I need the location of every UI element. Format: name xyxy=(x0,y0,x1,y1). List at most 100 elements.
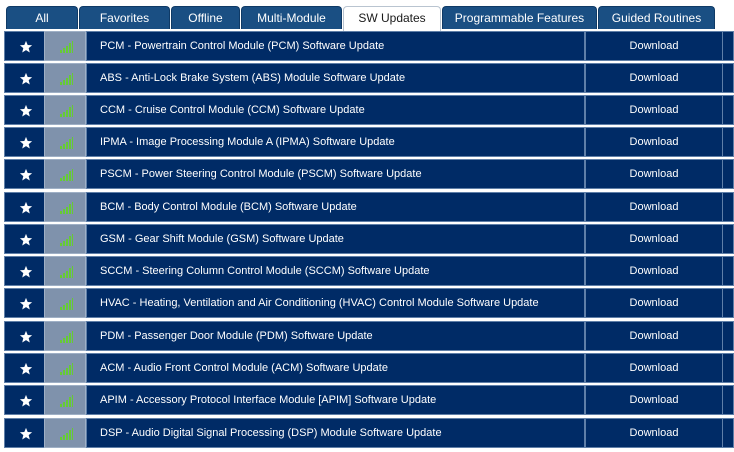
star-icon xyxy=(19,362,33,375)
signal-strength-icon xyxy=(60,298,73,310)
list-item: APIM - Accessory Protocol Interface Modu… xyxy=(4,385,734,415)
signal-strength-icon xyxy=(60,395,73,407)
list-item: PDM - Passenger Door Module (PDM) Softwa… xyxy=(4,321,734,351)
module-name: ABS - Anti-Lock Brake System (ABS) Modul… xyxy=(86,63,585,93)
download-button[interactable]: Download xyxy=(585,159,723,189)
module-name: DSP - Audio Digital Signal Processing (D… xyxy=(86,418,585,448)
star-icon xyxy=(19,297,33,310)
module-name: GSM - Gear Shift Module (GSM) Software U… xyxy=(86,224,585,254)
signal-strength-icon xyxy=(60,202,73,214)
module-name: ACM - Audio Front Control Module (ACM) S… xyxy=(86,353,585,383)
signal-cell xyxy=(44,288,86,318)
download-button[interactable]: Download xyxy=(585,224,723,254)
favorite-toggle[interactable] xyxy=(4,159,45,189)
star-icon xyxy=(19,136,33,149)
module-name: CCM - Cruise Control Module (CCM) Softwa… xyxy=(86,95,585,125)
module-name: APIM - Accessory Protocol Interface Modu… xyxy=(86,385,585,415)
row-end xyxy=(723,418,734,448)
signal-strength-icon xyxy=(60,169,73,181)
list-item: ACM - Audio Front Control Module (ACM) S… xyxy=(4,353,734,383)
list-item: HVAC - Heating, Ventilation and Air Cond… xyxy=(4,288,734,318)
favorite-toggle[interactable] xyxy=(4,127,45,157)
signal-strength-icon xyxy=(60,105,73,117)
signal-strength-icon xyxy=(60,331,73,343)
favorite-toggle[interactable] xyxy=(4,192,45,222)
signal-cell xyxy=(44,31,86,61)
module-name: IPMA - Image Processing Module A (IPMA) … xyxy=(86,127,585,157)
tab-guided-routines[interactable]: Guided Routines xyxy=(598,6,715,29)
list-item: PCM - Powertrain Control Module (PCM) So… xyxy=(4,31,734,61)
favorite-toggle[interactable] xyxy=(4,95,45,125)
star-icon xyxy=(19,168,33,181)
signal-strength-icon xyxy=(60,137,73,149)
star-icon xyxy=(19,40,33,53)
download-button[interactable]: Download xyxy=(585,418,723,448)
signal-cell xyxy=(44,192,86,222)
row-end xyxy=(723,127,734,157)
download-button[interactable]: Download xyxy=(585,385,723,415)
signal-strength-icon xyxy=(60,73,73,85)
module-name: PCM - Powertrain Control Module (PCM) So… xyxy=(86,31,585,61)
list-item: SCCM - Steering Column Control Module (S… xyxy=(4,256,734,286)
download-button[interactable]: Download xyxy=(585,353,723,383)
favorite-toggle[interactable] xyxy=(4,353,45,383)
tab-offline[interactable]: Offline xyxy=(171,6,240,29)
signal-strength-icon xyxy=(60,363,73,375)
signal-cell xyxy=(44,256,86,286)
row-end xyxy=(723,63,734,93)
list-item: CCM - Cruise Control Module (CCM) Softwa… xyxy=(4,95,734,125)
module-name: PSCM - Power Steering Control Module (PS… xyxy=(86,159,585,189)
signal-cell xyxy=(44,321,86,351)
module-name: PDM - Passenger Door Module (PDM) Softwa… xyxy=(86,321,585,351)
row-end xyxy=(723,224,734,254)
download-button[interactable]: Download xyxy=(585,127,723,157)
download-button[interactable]: Download xyxy=(585,192,723,222)
favorite-toggle[interactable] xyxy=(4,288,45,318)
list-item: BCM - Body Control Module (BCM) Software… xyxy=(4,192,734,222)
favorite-toggle[interactable] xyxy=(4,31,45,61)
row-end xyxy=(723,353,734,383)
download-button[interactable]: Download xyxy=(585,256,723,286)
download-button[interactable]: Download xyxy=(585,95,723,125)
star-icon xyxy=(19,427,33,440)
row-end xyxy=(723,31,734,61)
star-icon xyxy=(19,201,33,214)
signal-strength-icon xyxy=(60,266,73,278)
favorite-toggle[interactable] xyxy=(4,224,45,254)
row-end xyxy=(723,385,734,415)
tab-multi-module[interactable]: Multi-Module xyxy=(241,6,342,29)
favorite-toggle[interactable] xyxy=(4,418,45,448)
signal-cell xyxy=(44,224,86,254)
download-button[interactable]: Download xyxy=(585,321,723,351)
star-icon xyxy=(19,233,33,246)
signal-cell xyxy=(44,353,86,383)
tab-bar: All Favorites Offline Multi-Module SW Up… xyxy=(6,6,734,31)
row-end xyxy=(723,256,734,286)
tab-all[interactable]: All xyxy=(6,6,78,29)
signal-cell xyxy=(44,418,86,448)
row-end xyxy=(723,192,734,222)
signal-strength-icon xyxy=(60,41,73,53)
tab-sw-updates[interactable]: SW Updates xyxy=(343,6,441,31)
favorite-toggle[interactable] xyxy=(4,321,45,351)
tab-programmable-features[interactable]: Programmable Features xyxy=(442,6,597,29)
list-item: GSM - Gear Shift Module (GSM) Software U… xyxy=(4,224,734,254)
download-button[interactable]: Download xyxy=(585,63,723,93)
signal-cell xyxy=(44,95,86,125)
list-item: IPMA - Image Processing Module A (IPMA) … xyxy=(4,127,734,157)
tab-favorites[interactable]: Favorites xyxy=(79,6,170,29)
signal-strength-icon xyxy=(60,234,73,246)
star-icon xyxy=(19,72,33,85)
row-end xyxy=(723,95,734,125)
favorite-toggle[interactable] xyxy=(4,385,45,415)
module-name: BCM - Body Control Module (BCM) Software… xyxy=(86,192,585,222)
star-icon xyxy=(19,330,33,343)
signal-cell xyxy=(44,385,86,415)
download-button[interactable]: Download xyxy=(585,288,723,318)
signal-strength-icon xyxy=(60,428,73,440)
module-name: SCCM - Steering Column Control Module (S… xyxy=(86,256,585,286)
download-button[interactable]: Download xyxy=(585,31,723,61)
favorite-toggle[interactable] xyxy=(4,256,45,286)
favorite-toggle[interactable] xyxy=(4,63,45,93)
module-name: HVAC - Heating, Ventilation and Air Cond… xyxy=(86,288,585,318)
